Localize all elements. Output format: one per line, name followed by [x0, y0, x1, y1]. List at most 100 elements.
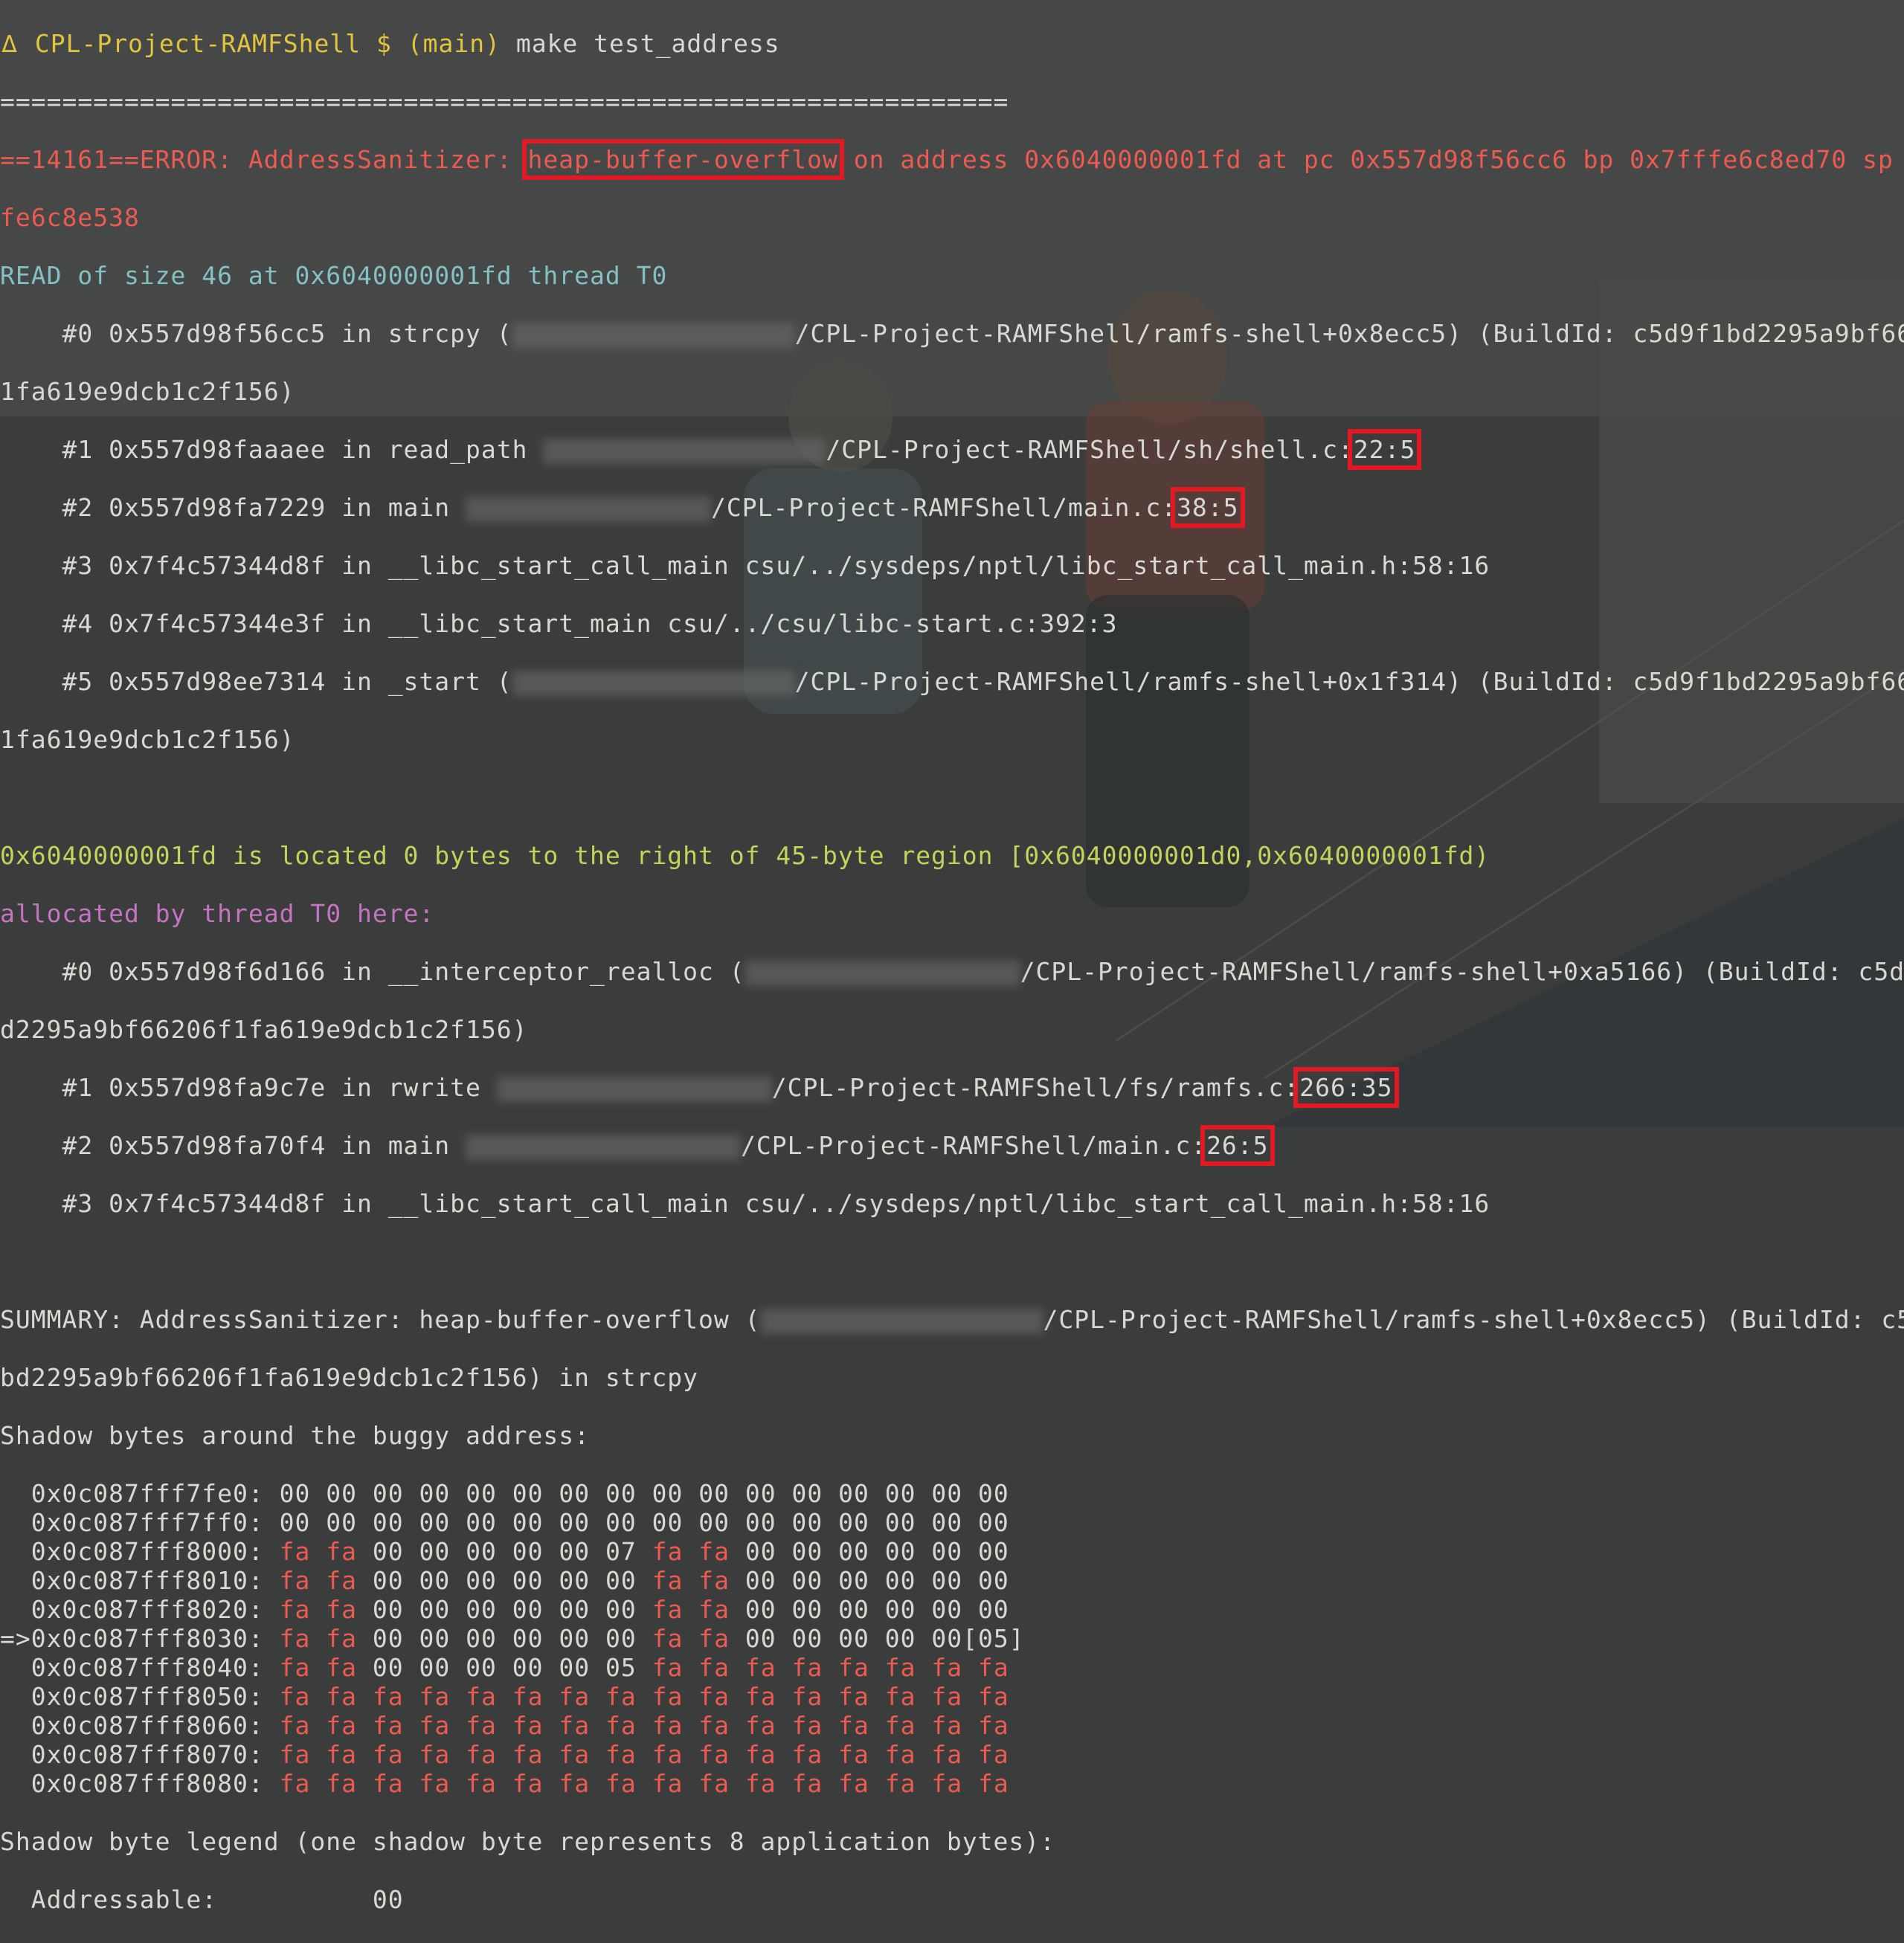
shadow-byte: fa: [372, 1711, 404, 1740]
shadow-byte: fa: [559, 1740, 591, 1769]
shadow-byte: 00: [978, 1566, 1009, 1595]
shadow-bytes-header: Shadow bytes around the buggy address:: [0, 1421, 590, 1450]
frame-text: #0 0x557d98f56cc5 in strcpy (: [0, 319, 512, 348]
shadow-byte: fa: [791, 1682, 823, 1711]
read-stack-frame-4: #4 0x7f4c57344e3f in __libc_start_main c…: [0, 609, 1118, 638]
shadow-byte: fa: [466, 1740, 497, 1769]
shadow-byte: fa: [838, 1740, 869, 1769]
shadow-byte: 07: [605, 1537, 637, 1566]
prompt-path: CPL-Project-RAMFShell: [34, 29, 361, 58]
shadow-byte: 00: [931, 1537, 963, 1566]
shadow-byte: 00: [884, 1624, 916, 1653]
alloc-stack-frame-2: #2 0x557d98fa70f4 in main /CPL-Project-R…: [0, 1125, 1904, 1166]
shadow-byte: 00: [791, 1508, 823, 1537]
source-location-highlight: 26:5: [1200, 1125, 1275, 1166]
shadow-row: 0x0c087fff8070: fa fa fa fa fa fa fa fa …: [0, 1740, 1904, 1769]
shadow-bytes-table: 0x0c087fff7fe0: 00 00 00 00 00 00 00 00 …: [0, 1479, 1904, 1798]
shadow-byte: fa: [791, 1653, 823, 1682]
shadow-byte: 00: [744, 1508, 776, 1537]
shadow-byte: 00: [419, 1566, 451, 1595]
shadow-byte: fa: [279, 1740, 311, 1769]
shadow-byte: fa: [326, 1566, 358, 1595]
shadow-byte: 00: [838, 1537, 869, 1566]
shadow-byte: fa: [698, 1624, 730, 1653]
shadow-address: 0x0c087fff8060:: [30, 1711, 264, 1740]
source-location-highlight: 38:5: [1171, 487, 1245, 528]
redacted-path: [496, 1076, 772, 1102]
shadow-byte: fa: [884, 1682, 916, 1711]
row-marker: [0, 1508, 31, 1537]
shadow-byte: 00: [931, 1624, 963, 1653]
shadow-byte: fa: [931, 1682, 963, 1711]
shadow-byte: fa: [372, 1682, 404, 1711]
shadow-byte: 00: [652, 1479, 684, 1508]
shadow-address: 0x0c087fff8080:: [30, 1769, 264, 1798]
summary-text: /CPL-Project-RAMFShell/ramfs-shell+0x8ec…: [1043, 1305, 1904, 1334]
prompt-symbol: $: [376, 29, 392, 58]
prompt-command: make test_address: [515, 29, 780, 58]
shadow-byte: 00: [605, 1595, 637, 1624]
shadow-byte: fa: [559, 1682, 591, 1711]
shadow-byte: 00: [466, 1479, 497, 1508]
frame-text: /CPL-Project-RAMFShell/main.c:: [741, 1131, 1207, 1160]
shadow-byte: fa: [279, 1566, 311, 1595]
source-location-highlight: 266:35: [1293, 1067, 1399, 1108]
redacted-path: [760, 1308, 1043, 1334]
shadow-byte: fa: [559, 1769, 591, 1798]
shadow-byte: 00: [512, 1479, 544, 1508]
summary-wrap: bd2295a9bf66206f1fa619e9dcb1c2f156) in s…: [0, 1363, 699, 1392]
shadow-byte: fa: [466, 1711, 497, 1740]
redacted-path: [466, 496, 712, 522]
shadow-byte: 00: [512, 1624, 544, 1653]
shadow-byte: fa: [978, 1769, 1009, 1798]
frame-text: #2 0x557d98fa70f4 in main: [0, 1131, 466, 1160]
shadow-byte: 00: [838, 1595, 869, 1624]
shadow-byte: 00: [698, 1508, 730, 1537]
alloc-stack-frame-0: #0 0x557d98f6d166 in __interceptor_reall…: [0, 957, 1904, 986]
shadow-byte: fa: [419, 1711, 451, 1740]
shadow-byte: fa: [931, 1769, 963, 1798]
shadow-byte: fa: [372, 1740, 404, 1769]
shadow-row: 0x0c087fff8010: fa fa 00 00 00 00 00 00 …: [0, 1566, 1904, 1595]
read-stack-frame-5: #5 0x557d98ee7314 in _start (/CPL-Projec…: [0, 667, 1904, 696]
shadow-byte: fa: [279, 1653, 311, 1682]
read-stack-frame-3: #3 0x7f4c57344d8f in __libc_start_call_m…: [0, 551, 1490, 580]
read-size-line: READ of size 46 at 0x6040000001fd thread…: [0, 261, 668, 290]
shadow-row: 0x0c087fff8050: fa fa fa fa fa fa fa fa …: [0, 1682, 1904, 1711]
shadow-byte: fa: [652, 1769, 684, 1798]
shadow-address: 0x0c087fff8070:: [30, 1740, 264, 1769]
row-marker: [0, 1740, 31, 1769]
shadow-byte: fa: [326, 1624, 358, 1653]
shadow-byte: fa: [744, 1769, 776, 1798]
shadow-byte: 00: [791, 1624, 823, 1653]
frame-text: #1 0x557d98fa9c7e in rwrite: [0, 1073, 497, 1102]
read-stack-frame-0-wrap: 1fa619e9dcb1c2f156): [0, 377, 295, 406]
shadow-row: 0x0c087fff8040: fa fa 00 00 00 00 00 05 …: [0, 1653, 1904, 1682]
asan-error-line: ==14161==ERROR: AddressSanitizer: heap-b…: [0, 139, 1904, 180]
shadow-address: 0x0c087fff8010:: [30, 1566, 264, 1595]
shadow-byte: fa: [838, 1711, 869, 1740]
shadow-byte: fa: [279, 1711, 311, 1740]
shadow-byte: fa: [698, 1711, 730, 1740]
shadow-byte: fa: [838, 1769, 869, 1798]
shadow-byte: 00: [466, 1595, 497, 1624]
shadow-byte: fa: [326, 1769, 358, 1798]
shadow-byte: fa: [744, 1740, 776, 1769]
shadow-byte: fa: [884, 1769, 916, 1798]
shadow-row: =>0x0c087fff8030: fa fa 00 00 00 00 00 0…: [0, 1624, 1904, 1653]
shadow-byte: 00: [931, 1508, 963, 1537]
shadow-byte: 00: [744, 1566, 776, 1595]
frame-text: /CPL-Project-RAMFShell/sh/shell.c:: [826, 435, 1354, 464]
buggy-address-arrow-icon: =>: [0, 1624, 31, 1653]
shadow-byte: fa: [791, 1769, 823, 1798]
shadow-byte: 00: [744, 1595, 776, 1624]
shadow-byte: 00: [372, 1566, 404, 1595]
shadow-byte: 00: [419, 1653, 451, 1682]
shadow-byte: 00: [372, 1508, 404, 1537]
shadow-byte: fa: [744, 1682, 776, 1711]
shadow-address: 0x0c087fff8020:: [30, 1595, 264, 1624]
shadow-byte: fa: [744, 1711, 776, 1740]
shadow-byte: fa: [605, 1769, 637, 1798]
alloc-stack-frame-0-wrap: d2295a9bf66206f1fa619e9dcb1c2f156): [0, 1015, 528, 1044]
